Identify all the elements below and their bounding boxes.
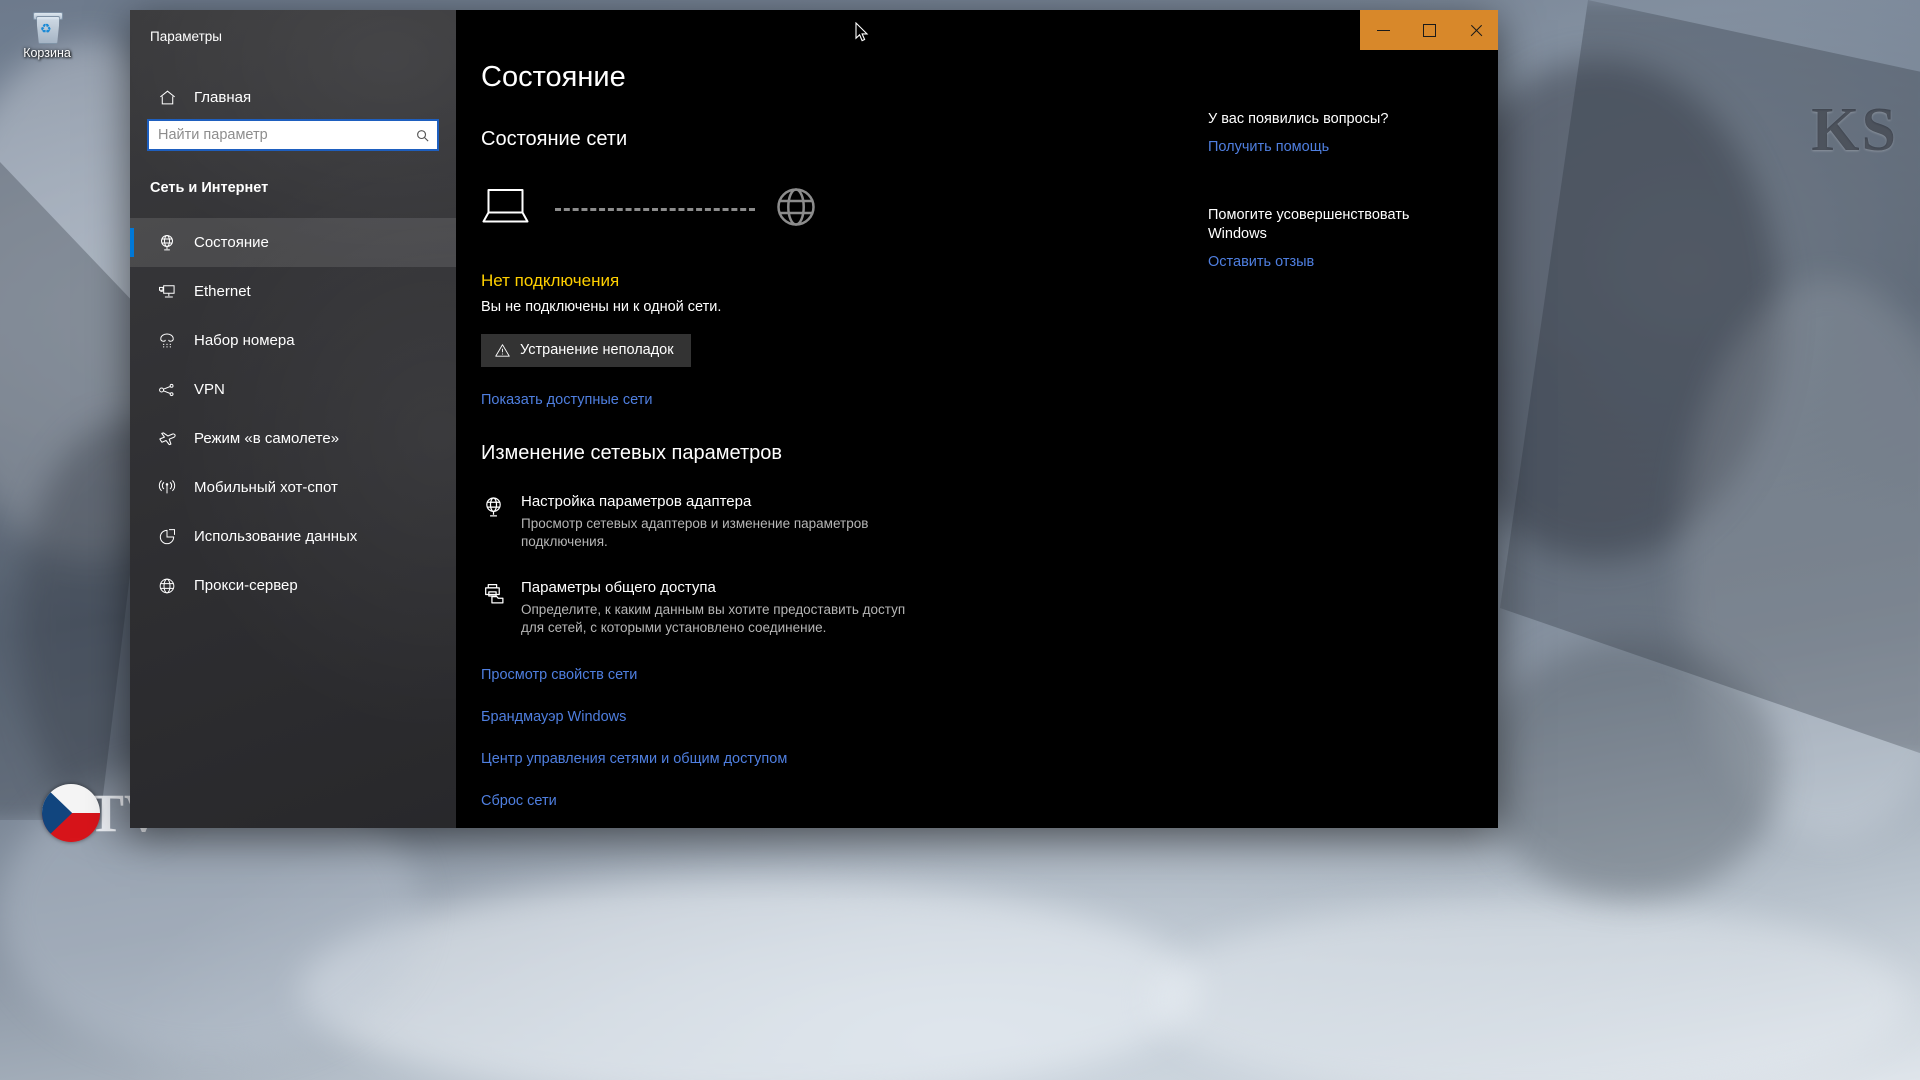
hotspot-icon xyxy=(144,478,190,498)
improve-windows-heading: Помогите усовершенствовать Windows xyxy=(1208,206,1410,242)
page-title: Состояние xyxy=(481,61,626,93)
taskbar xyxy=(0,1074,1920,1080)
window-controls xyxy=(1360,10,1498,50)
sidebar-item-data-usage-label: Использование данных xyxy=(194,528,358,545)
troubleshoot-button-label: Устранение неполадок xyxy=(520,342,674,359)
sidebar-item-proxy-label: Прокси-сервер xyxy=(194,577,298,594)
search-box[interactable] xyxy=(147,119,439,151)
home-icon xyxy=(144,88,190,107)
dialup-phone-icon xyxy=(144,331,190,351)
network-status-heading: Состояние сети xyxy=(481,127,628,150)
search-icon xyxy=(416,129,429,142)
give-feedback-link[interactable]: Оставить отзыв xyxy=(1208,254,1314,270)
sidebar-item-vpn[interactable]: VPN xyxy=(130,365,456,414)
wallpaper-watermark-right: KS xyxy=(1811,96,1898,164)
search-button[interactable] xyxy=(407,121,437,149)
get-help-link[interactable]: Получить помощь xyxy=(1208,139,1329,155)
settings-window: Параметры Главная Найти параметр Сеть и … xyxy=(130,10,1498,828)
setting-row-sharing-options-title: Параметры общего доступа xyxy=(521,579,716,597)
search-input[interactable] xyxy=(149,121,407,149)
adapter-globe-icon xyxy=(481,493,521,551)
main-content: Состояние Состояние сети Нет подключения… xyxy=(456,10,1498,828)
vpn-icon xyxy=(144,380,190,400)
sidebar-item-vpn-label: VPN xyxy=(194,381,225,398)
sidebar-section-title: Сеть и Интернет xyxy=(150,180,269,196)
maximize-button[interactable] xyxy=(1406,10,1452,50)
help-block-improve-windows: Помогите усовершенствовать Windows Остав… xyxy=(1208,206,1448,271)
sidebar-item-home[interactable]: Главная xyxy=(130,77,456,117)
sidebar-item-proxy[interactable]: Прокси-сервер xyxy=(130,561,456,610)
close-icon xyxy=(1469,24,1482,37)
sidebar-item-mobile-hotspot[interactable]: Мобильный хот-спот xyxy=(130,463,456,512)
view-network-properties-link[interactable]: Просмотр свойств сети xyxy=(481,667,1181,683)
maximize-icon xyxy=(1422,23,1436,37)
close-button[interactable] xyxy=(1452,10,1498,50)
globe-icon xyxy=(144,576,190,596)
settings-sidebar: Параметры Главная Найти параметр Сеть и … xyxy=(130,10,456,828)
recycle-bin-label: Корзина xyxy=(23,46,71,60)
status-content-column: Состояние Состояние сети Нет подключения… xyxy=(481,61,1181,809)
troubleshoot-button[interactable]: Устранение неполадок xyxy=(481,333,691,367)
network-reset-link[interactable]: Сброс сети xyxy=(481,793,1181,809)
sidebar-item-data-usage[interactable]: Использование данных xyxy=(130,512,456,561)
app-title: Параметры xyxy=(150,29,222,44)
help-questions-heading: У вас появились вопросы? xyxy=(1208,111,1389,127)
setting-row-sharing-options-desc: Определите, к каким данным вы хотите пре… xyxy=(521,601,906,636)
sidebar-item-ethernet-label: Ethernet xyxy=(194,283,251,300)
minimize-button[interactable] xyxy=(1360,10,1406,50)
sidebar-item-dialup-label: Набор номера xyxy=(194,332,295,349)
connection-status-text: Нет подключения xyxy=(481,270,620,290)
sidebar-item-airplane-mode-label: Режим «в самолете» xyxy=(194,430,340,447)
flag-emblem-icon xyxy=(42,784,100,842)
sharing-printer-icon xyxy=(481,579,521,637)
desktop-icon-recycle-bin[interactable]: ♻ Корзина xyxy=(8,6,86,60)
warning-triangle-icon xyxy=(494,342,511,359)
sidebar-item-status-label: Состояние xyxy=(194,234,269,251)
sidebar-item-status[interactable]: Состояние xyxy=(130,218,456,267)
globe-icon xyxy=(771,182,821,237)
sidebar-item-airplane-mode[interactable]: Режим «в самолете» xyxy=(130,414,456,463)
ethernet-icon xyxy=(144,282,190,302)
help-block-questions: У вас появились вопросы? Получить помощь xyxy=(1208,110,1448,156)
show-available-networks-link[interactable]: Показать доступные сети xyxy=(481,392,652,408)
bottom-links-group: Просмотр свойств сети Брандмауэр Windows… xyxy=(481,667,1181,809)
sidebar-item-home-label: Главная xyxy=(194,88,252,106)
wallpaper-texture xyxy=(300,880,1200,1080)
network-diagram xyxy=(481,179,1181,241)
change-network-settings-heading: Изменение сетевых параметров xyxy=(481,441,782,464)
globe-monitor-icon xyxy=(144,233,190,253)
sidebar-item-mobile-hotspot-label: Мобильный хот-спот xyxy=(194,479,338,496)
airplane-icon xyxy=(144,428,190,449)
sidebar-item-dialup[interactable]: Набор номера xyxy=(130,316,456,365)
setting-row-sharing-options[interactable]: Параметры общего доступа Определите, к к… xyxy=(481,579,1181,637)
pie-chart-icon xyxy=(144,527,190,547)
windows-firewall-link[interactable]: Брандмауэр Windows xyxy=(481,709,1181,725)
help-panel: У вас появились вопросы? Получить помощь… xyxy=(1208,110,1448,271)
wallpaper-texture xyxy=(1150,900,1910,1080)
connection-detail-text: Вы не подключены ни к одной сети. xyxy=(481,298,722,315)
recycle-bin-icon: ♻ xyxy=(30,10,64,44)
network-and-sharing-center-link[interactable]: Центр управления сетями и общим доступом xyxy=(481,751,1181,767)
laptop-icon xyxy=(481,186,537,233)
dashed-line-icon xyxy=(555,208,755,212)
setting-row-adapter-options[interactable]: Настройка параметров адаптера Просмотр с… xyxy=(481,493,1181,551)
setting-row-adapter-options-title: Настройка параметров адаптера xyxy=(521,492,752,510)
minimize-icon xyxy=(1376,29,1390,31)
sidebar-item-ethernet[interactable]: Ethernet xyxy=(130,267,456,316)
sidebar-nav-list: Состояние Ethernet Набор номера VPN Режи… xyxy=(130,218,456,610)
setting-row-adapter-options-desc: Просмотр сетевых адаптеров и изменение п… xyxy=(521,515,869,549)
